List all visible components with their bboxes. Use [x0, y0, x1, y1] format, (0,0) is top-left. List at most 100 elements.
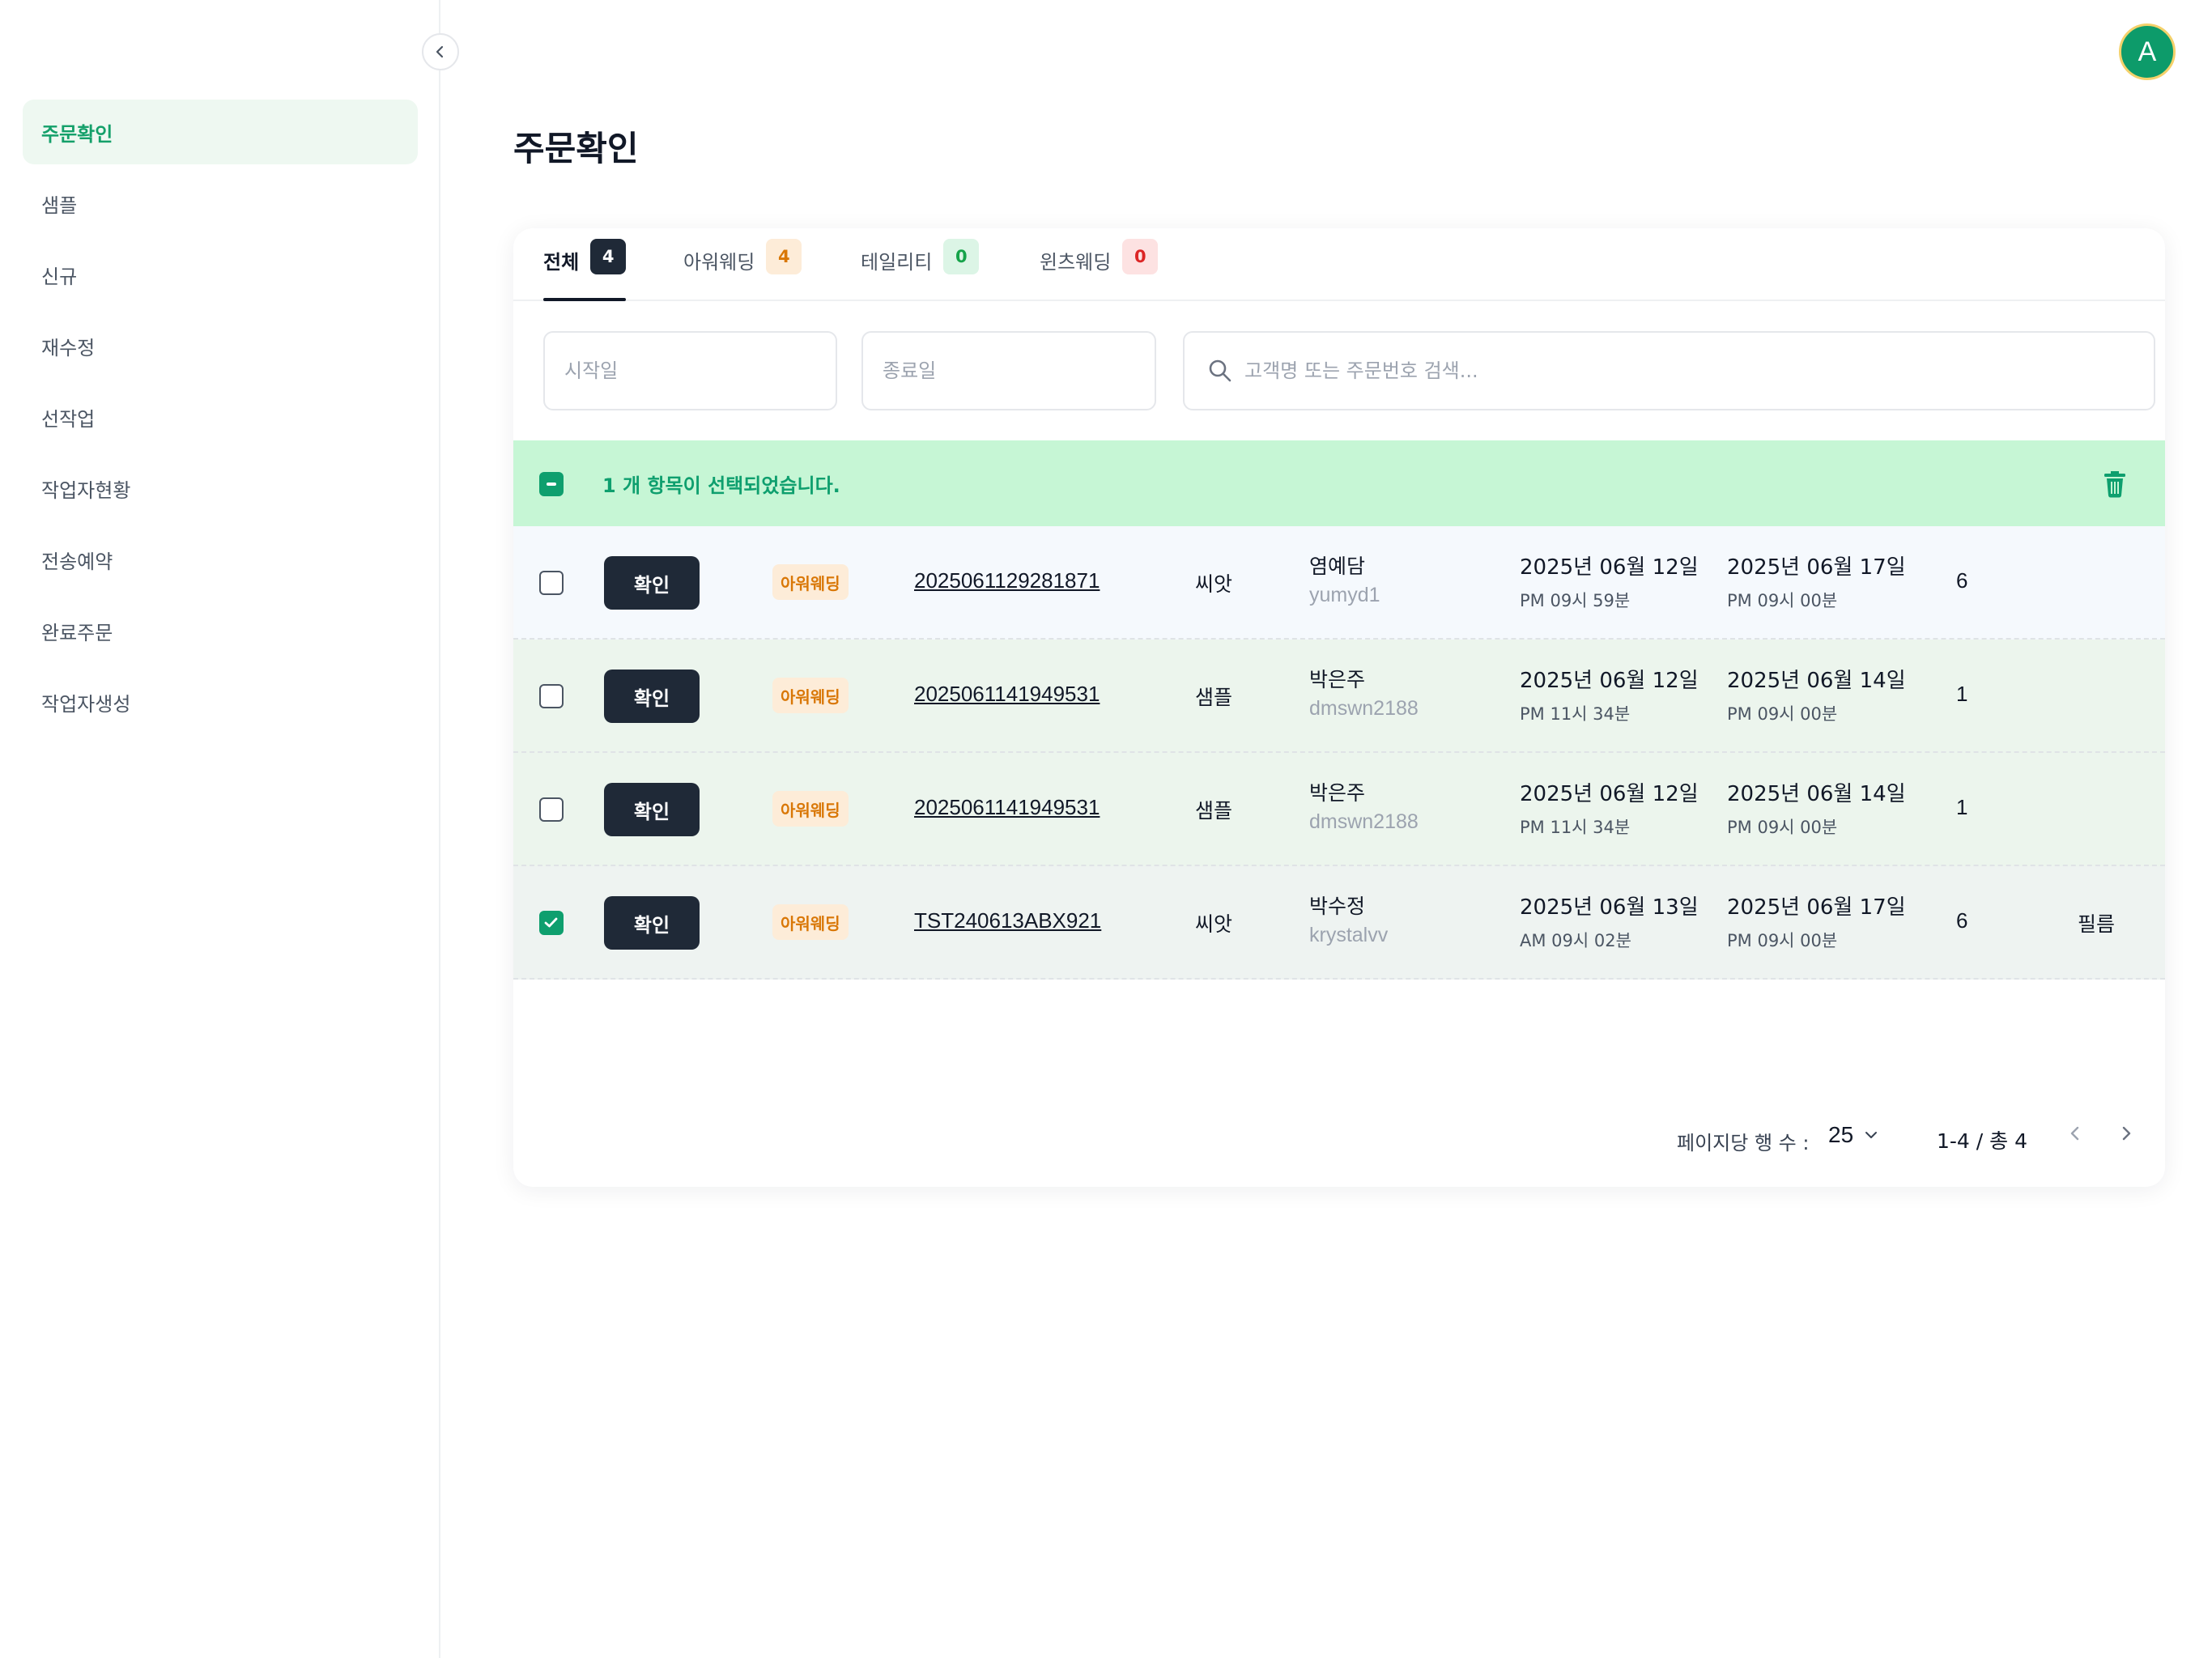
order-number-link[interactable]: 2025061141949531 — [914, 682, 1100, 707]
sidebar-item-label: 신규 — [41, 265, 78, 288]
tab-label: 전체 — [543, 251, 580, 274]
vendor-tag: 아워웨딩 — [772, 904, 849, 940]
select-all-checkbox[interactable] — [539, 472, 564, 496]
search-input[interactable] — [1244, 359, 2154, 382]
vendor-tag: 아워웨딩 — [772, 564, 849, 600]
tab-taileity[interactable]: 테일리티 0 — [861, 239, 980, 301]
product-type: 씨앗 — [1195, 572, 1233, 596]
sidebar-nav: 주문확인 샘플 신규 재수정 선작업 작업자현황 전송예약 완료주문 작업자생성 — [23, 100, 418, 741]
tab-wintswedding[interactable]: 윈츠웨딩 0 — [1040, 239, 1159, 301]
due-time: PM 09시 00분 — [1727, 818, 1838, 837]
sidebar-item-prework[interactable]: 선작업 — [23, 385, 418, 449]
order-date: 2025년 06월 12일 — [1520, 782, 1699, 806]
sidebar: 주문확인 샘플 신규 재수정 선작업 작업자현황 전송예약 완료주문 작업자생성 — [0, 0, 440, 1658]
sidebar-item-scheduled-send[interactable]: 전송예약 — [23, 527, 418, 592]
confirm-button[interactable]: 확인 — [604, 556, 700, 610]
quantity: 6 — [1956, 908, 1968, 933]
sidebar-item-label: 샘플 — [41, 193, 78, 217]
start-date-input[interactable] — [564, 359, 836, 382]
product-type: 샘플 — [1195, 799, 1233, 823]
rows-per-page-value: 25 — [1828, 1122, 1854, 1147]
sidebar-item-new[interactable]: 신규 — [23, 242, 418, 307]
confirm-button[interactable]: 확인 — [604, 783, 700, 836]
order-number-link[interactable]: TST240613ABX921 — [914, 908, 1101, 933]
tab-ourwedding[interactable]: 아워웨딩 4 — [683, 239, 802, 301]
sidebar-item-create-worker[interactable]: 작업자생성 — [23, 670, 418, 734]
sidebar-item-revision[interactable]: 재수정 — [23, 313, 418, 378]
sidebar-item-label: 작업자생성 — [41, 692, 131, 716]
search-field[interactable] — [1183, 331, 2155, 410]
sidebar-item-sample[interactable]: 샘플 — [23, 171, 418, 236]
due-date: 2025년 06월 14일 — [1727, 669, 1906, 693]
order-date: 2025년 06월 12일 — [1520, 669, 1699, 693]
confirm-button[interactable]: 확인 — [604, 896, 700, 950]
due-time: PM 09시 00분 — [1727, 931, 1838, 950]
quantity: 1 — [1956, 795, 1968, 819]
product-type: 씨앗 — [1195, 912, 1233, 936]
order-time: PM 11시 34분 — [1520, 818, 1631, 837]
chevron-left-icon — [436, 45, 444, 58]
table-row[interactable]: 확인 아워웨딩 2025061129281871 씨앗 염예담 yumyd1 2… — [513, 526, 2165, 640]
row-checkbox[interactable] — [539, 684, 564, 708]
sidebar-item-label: 선작업 — [41, 407, 96, 431]
avatar[interactable]: A — [2119, 23, 2176, 80]
next-page-button[interactable] — [2116, 1124, 2136, 1148]
prev-page-button[interactable] — [2065, 1124, 2085, 1148]
tab-all[interactable]: 전체 4 — [543, 239, 627, 301]
page-range: 1-4 / 총 4 — [1937, 1129, 2028, 1153]
sidebar-item-worker-status[interactable]: 작업자현황 — [23, 456, 418, 521]
sidebar-item-label: 전송예약 — [41, 550, 113, 573]
page-title: 주문확인 — [513, 129, 639, 168]
selection-bar: 1 개 항목이 선택되었습니다. — [513, 440, 2165, 526]
sidebar-item-completed-orders[interactable]: 완료주문 — [23, 598, 418, 663]
sidebar-collapse-button[interactable] — [422, 33, 459, 70]
order-time: AM 09시 02분 — [1520, 931, 1631, 950]
confirm-button[interactable]: 확인 — [604, 670, 700, 723]
selection-count-text: 1 개 항목이 선택되었습니다. — [602, 474, 840, 497]
note: 필름 — [2078, 912, 2116, 936]
due-date: 2025년 06월 17일 — [1727, 555, 1906, 580]
row-checkbox[interactable] — [539, 911, 564, 935]
product-type: 샘플 — [1195, 686, 1233, 709]
customer-name: 박수정 — [1309, 895, 1366, 918]
orders-card: 전체 4 아워웨딩 4 테일리티 0 윈츠웨딩 0 1 개 항목이 선택되었습니… — [513, 228, 2165, 1187]
due-time: PM 09시 00분 — [1727, 704, 1838, 724]
sidebar-item-order-confirm[interactable]: 주문확인 — [23, 100, 418, 164]
due-time: PM 09시 00분 — [1727, 591, 1838, 610]
start-date-field[interactable] — [543, 331, 837, 410]
table-row[interactable]: 확인 아워웨딩 2025061141949531 샘플 박은주 dmswn218… — [513, 640, 2165, 753]
order-time: PM 11시 34분 — [1520, 704, 1631, 724]
customer-id: krystalvv — [1309, 924, 1389, 946]
search-icon — [1209, 359, 1231, 382]
row-checkbox[interactable] — [539, 571, 564, 595]
due-date: 2025년 06월 17일 — [1727, 895, 1906, 920]
order-number-link[interactable]: 2025061141949531 — [914, 795, 1100, 820]
table-row[interactable]: 확인 아워웨딩 TST240613ABX921 씨앗 박수정 krystalvv… — [513, 866, 2165, 980]
sidebar-item-label: 완료주문 — [41, 621, 113, 644]
table-row[interactable]: 확인 아워웨딩 2025061141949531 샘플 박은주 dmswn218… — [513, 753, 2165, 866]
customer-id: yumyd1 — [1309, 584, 1380, 606]
rows-per-page-select[interactable]: 25 — [1828, 1122, 1879, 1148]
sidebar-item-label: 작업자현황 — [41, 478, 131, 502]
customer-id: dmswn2188 — [1309, 697, 1419, 720]
customer-name: 박은주 — [1309, 781, 1366, 805]
order-number-link[interactable]: 2025061129281871 — [914, 568, 1100, 593]
tab-label: 아워웨딩 — [683, 251, 755, 274]
customer-name: 염예담 — [1309, 555, 1366, 578]
vendor-tag: 아워웨딩 — [772, 678, 849, 713]
chevron-left-icon — [2070, 1126, 2079, 1141]
sidebar-item-label: 주문확인 — [41, 122, 113, 146]
end-date-input[interactable] — [883, 359, 1155, 382]
tab-bar: 전체 4 아워웨딩 4 테일리티 0 윈츠웨딩 0 — [513, 228, 2165, 301]
order-date: 2025년 06월 13일 — [1520, 895, 1699, 920]
tab-count-badge: 4 — [590, 239, 627, 274]
delete-button[interactable] — [2100, 468, 2129, 502]
customer-name: 박은주 — [1309, 668, 1366, 691]
end-date-field[interactable] — [861, 331, 1156, 410]
row-checkbox[interactable] — [539, 797, 564, 822]
customer-id: dmswn2188 — [1309, 810, 1419, 833]
tab-count-badge: 4 — [766, 239, 802, 274]
tab-label: 윈츠웨딩 — [1040, 251, 1112, 274]
tab-count-badge: 0 — [943, 239, 980, 274]
check-icon — [544, 917, 558, 928]
